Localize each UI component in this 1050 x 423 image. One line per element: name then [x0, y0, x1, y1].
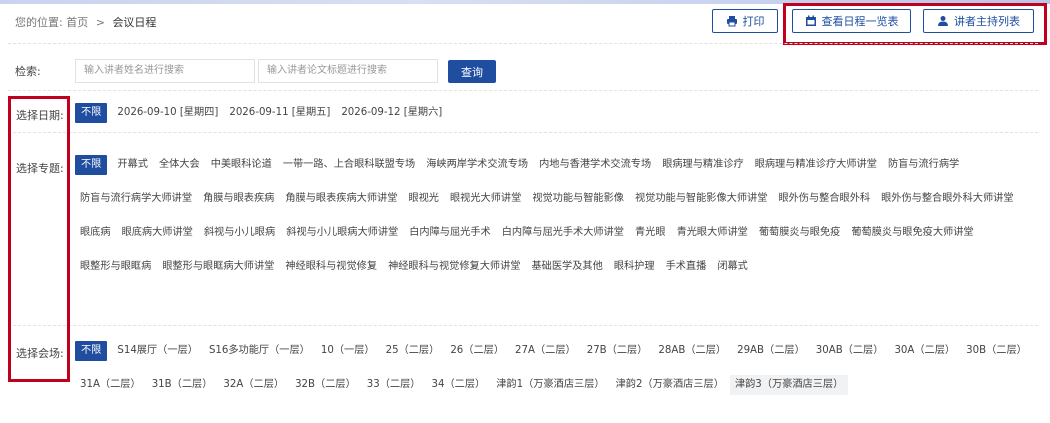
venue-option[interactable]: 25（二层） [381, 341, 445, 361]
topic-option[interactable]: 手术直播 [661, 257, 712, 277]
topic-option[interactable]: 眼外伤与整合眼外科大师讲堂 [876, 189, 1018, 209]
breadcrumb: 您的位置: 首页 > 会议日程 [15, 14, 156, 30]
divider [8, 132, 1038, 133]
date-option[interactable]: 2026-09-11 [星期五] [224, 103, 335, 123]
topic-option[interactable]: 内地与香港学术交流专场 [534, 155, 656, 175]
topic-option[interactable]: 一带一路、上合眼科联盟专场 [278, 155, 420, 175]
venue-option[interactable]: 10（一层） [316, 341, 380, 361]
venue-option[interactable]: 津韵2（万豪酒店三层） [611, 375, 729, 395]
printer-icon [726, 16, 737, 27]
divider [8, 90, 1038, 91]
venue-option[interactable]: 津韵3（万豪酒店三层） [729, 375, 849, 395]
date-option[interactable]: 2026-09-10 [星期四] [112, 103, 223, 123]
venue-option[interactable]: 32B（二层） [290, 375, 361, 395]
print-label: 打印 [742, 15, 765, 28]
topic-option[interactable]: 中美眼科论道 [206, 155, 277, 175]
topic-options: 不限 开幕式 全体大会 中美眼科论道 一带一路、上合眼科联盟专场 海峡两岸学术交流专场 内地… [75, 155, 1035, 277]
topic-option[interactable]: 眼整形与眼眶病 [75, 257, 156, 277]
topic-option[interactable]: 眼科护理 [609, 257, 660, 277]
topic-option[interactable]: 青光眼 [630, 223, 671, 243]
venue-option[interactable]: 29AB（二层） [732, 341, 810, 361]
venue-options: 不限 S14展厅（一层） S16多功能厅（一层） 10（一层） 25（二层） 26（二层）… [75, 341, 1035, 395]
search-label: 检索: [15, 65, 41, 78]
paper-title-search-input[interactable]: 输入讲者论文标题进行搜索 [258, 59, 438, 83]
breadcrumb-current: 会议日程 [112, 16, 157, 29]
topic-option[interactable]: 斜视与小儿眼病 [199, 223, 280, 243]
topic-option[interactable]: 基础医学及其他 [527, 257, 608, 277]
venue-option[interactable]: 27A（二层） [510, 341, 581, 361]
topic-option[interactable]: 防盲与流行病学大师讲堂 [75, 189, 197, 209]
venue-option[interactable]: 27B（二层） [582, 341, 653, 361]
venue-option[interactable]: S16多功能厅（一层） [204, 341, 315, 361]
topic-option[interactable]: 视觉功能与智能影像 [527, 189, 629, 209]
topic-option[interactable]: 眼外伤与整合眼外科 [773, 189, 875, 209]
venue-option[interactable]: 31B（二层） [147, 375, 218, 395]
venue-option[interactable]: 33（二层） [362, 375, 426, 395]
topic-option[interactable]: 开幕式 [112, 155, 153, 175]
topic-option[interactable]: 眼底病大师讲堂 [117, 223, 198, 243]
topic-option[interactable]: 眼视光大师讲堂 [445, 189, 526, 209]
breadcrumb-separator: > [95, 16, 105, 29]
topic-option[interactable]: 防盲与流行病学 [883, 155, 964, 175]
topic-option[interactable]: 白内障与屈光手术大师讲堂 [497, 223, 629, 243]
topic-option[interactable]: 角膜与眼表疾病大师讲堂 [280, 189, 402, 209]
topic-option[interactable]: 眼病理与精准诊疗 [657, 155, 749, 175]
topic-option[interactable]: 角膜与眼表疾病 [198, 189, 279, 209]
print-button[interactable]: 打印 [712, 9, 778, 33]
topic-option[interactable]: 全体大会 [154, 155, 205, 175]
topic-option[interactable]: 眼视光 [403, 189, 444, 209]
venue-option[interactable]: 34（二层） [427, 375, 491, 395]
breadcrumb-home-link[interactable]: 首页 [66, 16, 88, 29]
highlight-box-toolbar [783, 3, 1047, 45]
search-submit-button[interactable]: 查询 [448, 60, 496, 83]
venue-option[interactable]: 30AB（二层） [811, 341, 889, 361]
topic-option[interactable]: 眼整形与眼眶病大师讲堂 [157, 257, 279, 277]
topic-option[interactable]: 闭幕式 [712, 257, 753, 277]
breadcrumb-prefix: 您的位置: [15, 16, 63, 29]
topic-option[interactable]: 葡萄膜炎与眼免疫大师讲堂 [846, 223, 978, 243]
venue-option[interactable]: 31A（二层） [75, 375, 146, 395]
venue-option[interactable]: 津韵1（万豪酒店三层） [491, 375, 609, 395]
venue-option[interactable]: 30A（二层） [889, 341, 960, 361]
venue-option[interactable]: S14展厅（一层） [112, 341, 203, 361]
divider [8, 43, 1038, 44]
venue-option[interactable]: 不限 [75, 341, 108, 361]
divider [8, 325, 1038, 326]
venue-option[interactable]: 30B（二层） [961, 341, 1032, 361]
topic-option[interactable]: 斜视与小儿眼病大师讲堂 [281, 223, 403, 243]
date-options: 不限 2026-09-10 [星期四] 2026-09-11 [星期五] 2026-0… [75, 103, 1035, 123]
topic-option[interactable]: 眼病理与精准诊疗大师讲堂 [750, 155, 882, 175]
venue-option[interactable]: 32A（二层） [218, 375, 289, 395]
topic-option[interactable]: 神经眼科与视觉修复大师讲堂 [383, 257, 525, 277]
topic-option[interactable]: 视觉功能与智能影像大师讲堂 [630, 189, 772, 209]
topic-option[interactable]: 青光眼大师讲堂 [672, 223, 753, 243]
date-option[interactable]: 不限 [75, 103, 108, 123]
highlight-box-filter-labels [8, 96, 70, 382]
topic-option[interactable]: 眼底病 [75, 223, 116, 243]
topic-option[interactable]: 白内障与屈光手术 [404, 223, 496, 243]
speaker-name-search-input[interactable]: 输入讲者姓名进行搜索 [75, 59, 255, 83]
venue-option[interactable]: 26（二层） [445, 341, 509, 361]
topic-option[interactable]: 不限 [75, 155, 108, 175]
topic-option[interactable]: 葡萄膜炎与眼免疫 [754, 223, 846, 243]
topic-option[interactable]: 神经眼科与视觉修复 [280, 257, 382, 277]
venue-option[interactable]: 28AB（二层） [653, 341, 731, 361]
date-option[interactable]: 2026-09-12 [星期六] [336, 103, 447, 123]
topic-option[interactable]: 海峡两岸学术交流专场 [421, 155, 533, 175]
